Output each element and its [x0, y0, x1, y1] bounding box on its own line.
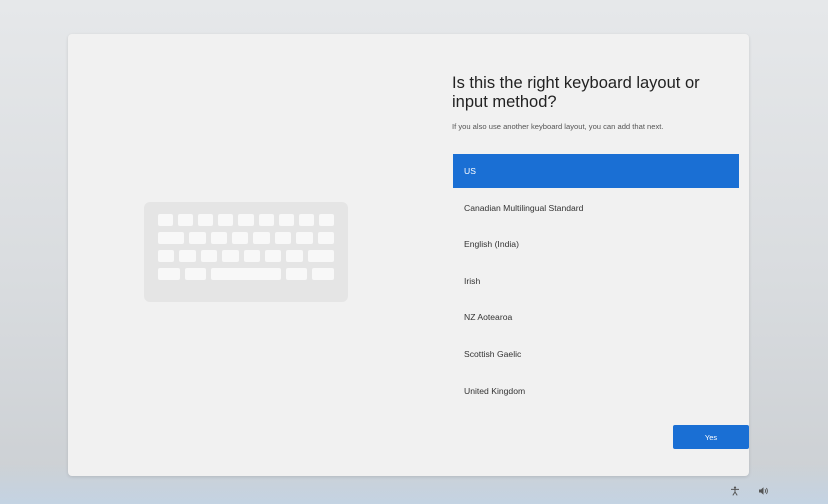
layout-item-english-india[interactable]: English (India): [453, 227, 739, 261]
layout-item-united-kingdom[interactable]: United Kingdom: [453, 374, 739, 408]
layout-item-label: English (India): [464, 239, 519, 250]
layout-item-label: Scottish Gaelic: [464, 348, 522, 359]
layout-item-label: Irish: [464, 275, 481, 286]
layout-item-label: US: [464, 166, 476, 176]
layout-item-scottish-gaelic[interactable]: Scottish Gaelic: [453, 337, 739, 371]
system-tray: [730, 486, 768, 496]
keyboard-layout-list: US Canadian Multilingual Standard Englis…: [453, 154, 739, 410]
accessibility-icon[interactable]: [730, 486, 740, 496]
yes-button[interactable]: Yes: [673, 425, 749, 449]
layout-item-label: Canadian Multilingual Standard: [464, 202, 584, 213]
layout-item-irish[interactable]: Irish: [453, 264, 739, 298]
layout-item-nz-aotearoa[interactable]: NZ Aotearoa: [453, 300, 739, 334]
page-title: Is this the right keyboard layout or inp…: [452, 74, 700, 111]
layout-item-label: NZ Aotearoa: [464, 312, 513, 323]
keyboard-illustration-icon: [144, 202, 348, 302]
volume-icon[interactable]: [758, 486, 768, 496]
layout-item-label: United Kingdom: [464, 385, 526, 396]
page-subtitle: If you also use another keyboard layout,…: [452, 122, 664, 131]
content-pane: Is this the right keyboard layout or inp…: [452, 74, 740, 131]
layout-item-canadian-multilingual[interactable]: Canadian Multilingual Standard: [453, 191, 739, 225]
layout-item-us[interactable]: US: [453, 154, 739, 188]
